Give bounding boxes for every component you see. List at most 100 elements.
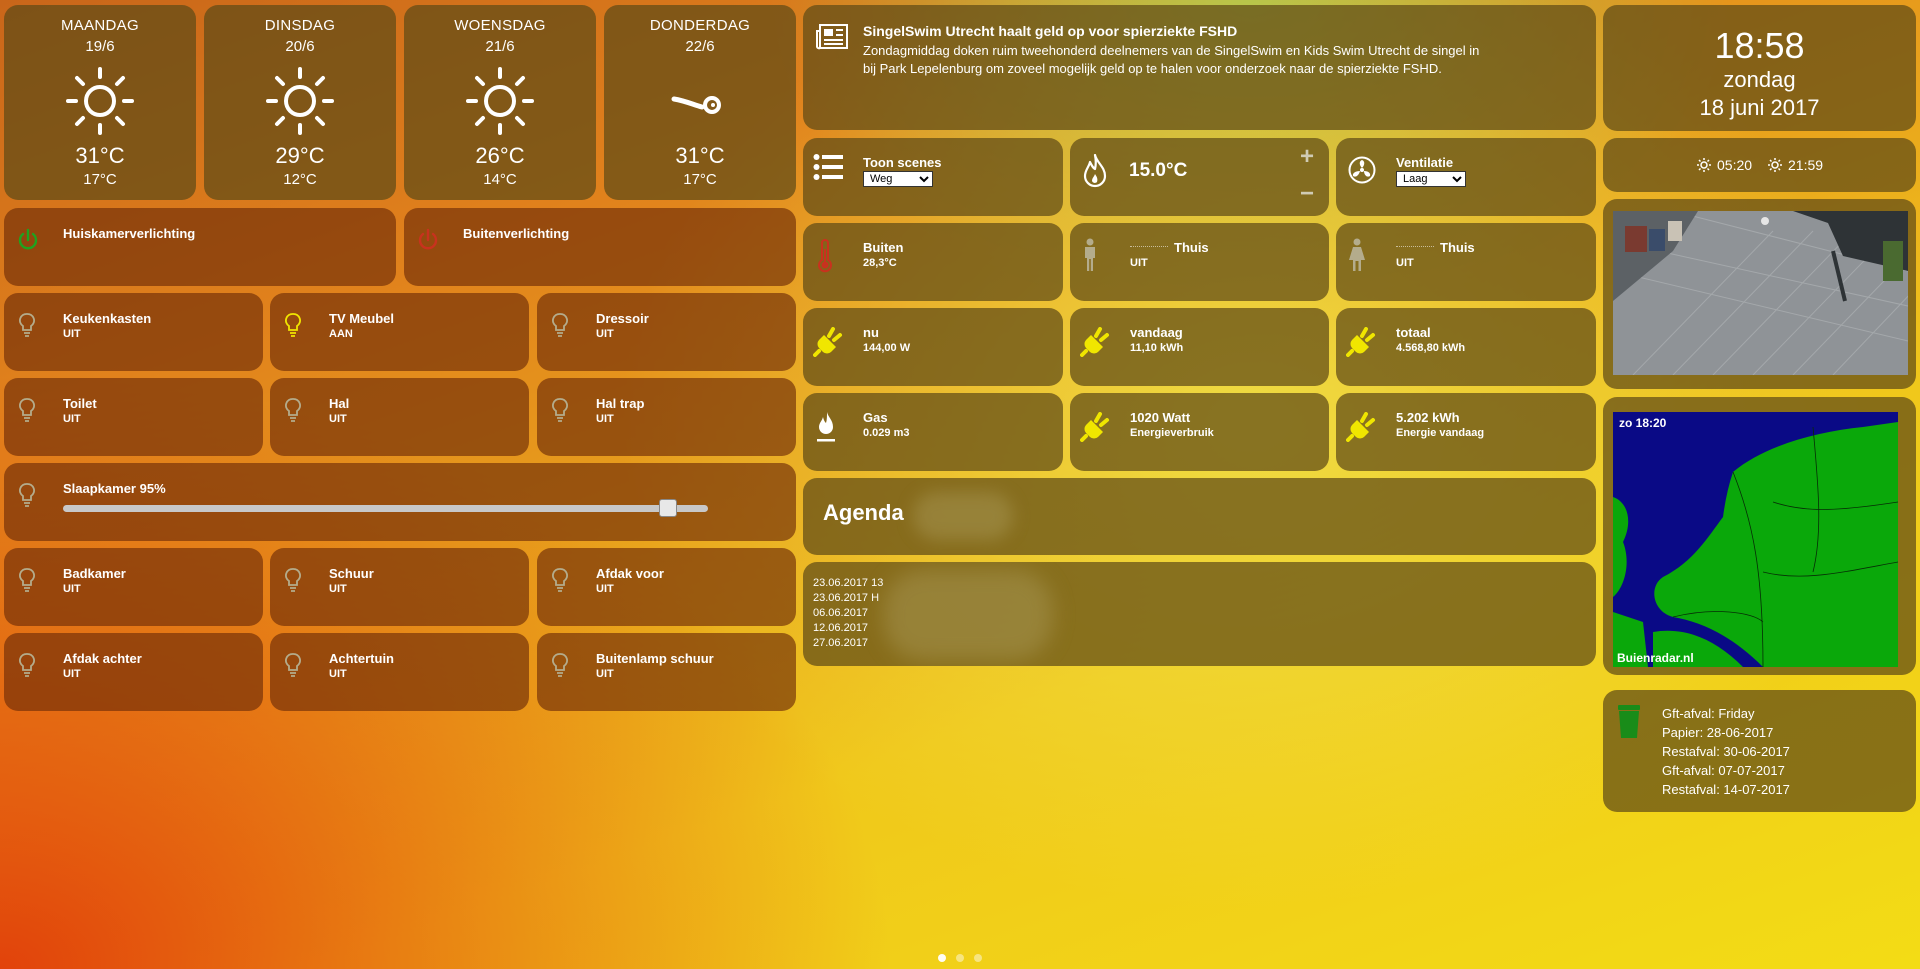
energy-daily-tile: 5.202 kWh Energie vandaag [1336, 393, 1596, 471]
redacted-name [1130, 246, 1168, 247]
page-indicator-dot[interactable] [956, 954, 964, 962]
page-indicator-dot-active[interactable] [938, 954, 946, 962]
page-indicator-dot[interactable] [974, 954, 982, 962]
radar-credit: Buienradar.nl [1617, 651, 1694, 665]
energy-label: 1020 Watt [1130, 410, 1191, 425]
light-state: UIT [596, 413, 614, 425]
agenda-item: 27.06.2017 [813, 637, 869, 649]
sunset-icon [1768, 158, 1782, 172]
light-switch[interactable]: Toilet UIT [4, 378, 263, 456]
forecast-low: 17°C [83, 171, 117, 188]
light-name: Buitenlamp schuur [596, 651, 714, 666]
thermostat-minus-button[interactable]: − [1300, 180, 1314, 208]
light-state: UIT [596, 583, 614, 595]
light-switch[interactable]: Dressoir UIT [537, 293, 796, 371]
redacted-blur [913, 492, 1013, 540]
sun-icon [66, 67, 134, 135]
lightbulb-icon [552, 568, 568, 592]
energy-value: 4.568,80 kWh [1396, 342, 1466, 354]
light-switch[interactable]: Afdak voor UIT [537, 548, 796, 626]
lightbulb-icon [552, 653, 568, 677]
forecast-day-3: WOENSDAG 21/6 26°C 14°C [404, 5, 596, 200]
camera-tile[interactable] [1603, 199, 1916, 389]
energy-value: Energieverbruik [1130, 427, 1214, 439]
forecast-day-name: MAANDAG [61, 17, 139, 34]
scenes-tile: Toon scenes Weg [803, 138, 1063, 216]
plug-icon [1346, 412, 1375, 442]
ventilation-label: Ventilatie [1396, 155, 1454, 170]
news-tile[interactable]: SingelSwim Utrecht haalt geld op voor sp… [803, 5, 1596, 130]
group-label: Buitenverlichting [463, 226, 570, 241]
energy-label: totaal [1396, 325, 1431, 340]
light-name: Badkamer [63, 566, 126, 581]
energy-label: vandaag [1130, 325, 1183, 340]
thermometer-icon [818, 239, 832, 273]
group-switch-buiten[interactable]: Buitenverlichting [404, 208, 796, 286]
light-switch[interactable]: Badkamer UIT [4, 548, 263, 626]
newspaper-icon [816, 24, 848, 50]
energy-value: Energie vandaag [1396, 427, 1485, 439]
energy-value: 144,00 W [863, 342, 911, 354]
radar-time: zo 18:20 [1619, 416, 1667, 430]
camera-snapshot[interactable] [1613, 211, 1908, 375]
energy-value: 11,10 kWh [1130, 342, 1184, 354]
lightbulb-icon [552, 398, 568, 422]
lightbulb-icon [19, 398, 35, 422]
light-state: UIT [63, 668, 81, 680]
energy-label: 5.202 kWh [1396, 410, 1460, 425]
light-switch[interactable]: Achtertuin UIT [270, 633, 529, 711]
energy-now-tile: nu 144,00 W [803, 308, 1063, 386]
light-name: Schuur [329, 566, 374, 581]
forecast-day-1: MAANDAG 19/6 31°C 17°C [4, 5, 196, 200]
forecast-low: 14°C [483, 171, 517, 188]
agenda-list: 23.06.2017 13 23.06.2017 H 06.06.2017 12… [813, 576, 883, 651]
plug-icon [1346, 327, 1375, 357]
dimmer-track[interactable] [63, 499, 708, 517]
forecast-high: 31°C [75, 143, 125, 168]
dimmer-slider-handle[interactable] [658, 499, 677, 517]
outside-value: 28,3°C [863, 257, 897, 269]
forecast-day-name: WOENSDAG [454, 17, 546, 34]
presence-state: UIT [1130, 257, 1148, 269]
energy-label: Gas [863, 410, 888, 425]
thermostat-tile: 15.0°C + − [1070, 138, 1329, 216]
light-switch[interactable]: Keukenkasten UIT [4, 293, 263, 371]
forecast-low: 17°C [683, 171, 717, 188]
ventilation-select[interactable]: Laag [1396, 171, 1466, 187]
gas-icon [817, 412, 835, 442]
lightbulb-icon [19, 313, 35, 337]
news-line: Zondagmiddag doken ruim tweehonderd deel… [863, 43, 1480, 58]
light-state: UIT [63, 583, 81, 595]
light-switch[interactable]: Schuur UIT [270, 548, 529, 626]
forecast-day-2: DINSDAG 20/6 29°C 12°C [204, 5, 396, 200]
presence-tile-2: Thuis UIT [1336, 223, 1596, 301]
woman-icon [1349, 238, 1365, 271]
power-icon[interactable] [416, 228, 440, 252]
forecast-day-4: DONDERDAG 22/6 31°C 17°C [604, 5, 796, 200]
power-icon[interactable] [16, 228, 40, 252]
light-switch[interactable]: Buitenlamp schuur UIT [537, 633, 796, 711]
clock-time: 18:58 [1714, 25, 1805, 66]
light-switch[interactable]: Afdak achter UIT [4, 633, 263, 711]
energy-usage-tile: 1020 Watt Energieverbruik [1070, 393, 1329, 471]
dimmer-label: Slaapkamer 95% [63, 481, 166, 496]
light-switch[interactable]: Hal UIT [270, 378, 529, 456]
plug-icon [813, 327, 842, 357]
group-switch-huiskamer[interactable]: Huiskamerverlichting [4, 208, 396, 286]
light-state: UIT [63, 413, 81, 425]
lightbulb-icon [552, 313, 568, 337]
presence-label: Thuis [1440, 240, 1475, 255]
clock-tile: 18:58 zondag 18 juni 2017 [1603, 5, 1916, 131]
forecast-day-date: 20/6 [285, 38, 315, 55]
scenes-select[interactable]: Weg [863, 171, 933, 187]
news-line: bij Park Lepelenburg om zoveel mogelijk … [863, 61, 1442, 76]
light-state: UIT [329, 583, 347, 595]
lightbulb-icon [285, 313, 301, 337]
thermostat-plus-button[interactable]: + [1300, 143, 1314, 171]
radar-tile[interactable]: zo 18:20 Buienradar.nl [1603, 397, 1916, 675]
waste-item: Restafval: 14-07-2017 [1662, 782, 1790, 797]
radar-map[interactable]: zo 18:20 Buienradar.nl [1613, 412, 1898, 667]
light-switch[interactable]: Hal trap UIT [537, 378, 796, 456]
light-state: AAN [329, 328, 353, 340]
light-switch[interactable]: TV Meubel AAN [270, 293, 529, 371]
